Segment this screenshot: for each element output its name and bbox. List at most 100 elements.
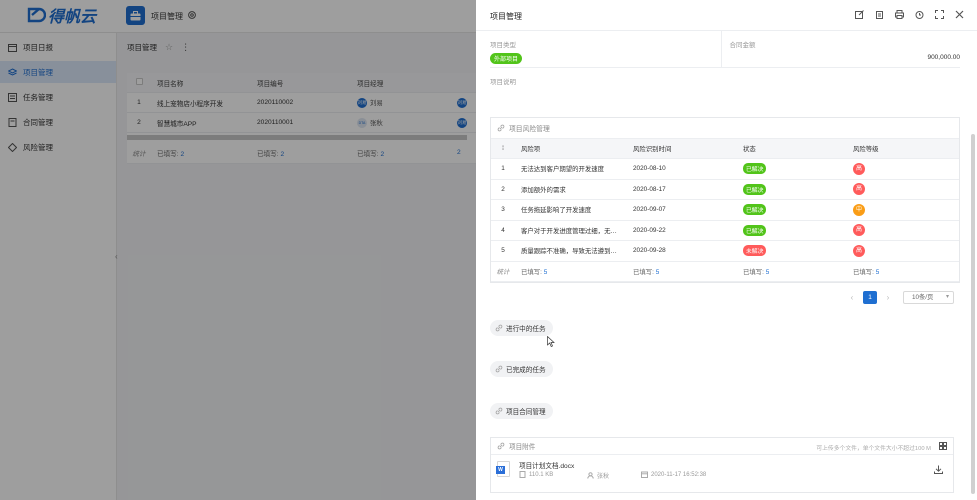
drawer-toolbar bbox=[854, 9, 965, 20]
link-icon bbox=[497, 124, 505, 132]
word-file-icon: W bbox=[496, 461, 510, 477]
section-label: 已完成的任务 bbox=[506, 367, 546, 374]
filled-label: 已填写: bbox=[633, 268, 654, 276]
level-badge: 中 bbox=[853, 203, 865, 216]
attachments-header: 项目附件 可上传多个文件，单个文件大小不超过100 M bbox=[491, 438, 953, 455]
level-badge: 高 bbox=[853, 183, 865, 196]
link-icon bbox=[495, 324, 503, 332]
column-header[interactable]: 风险项 bbox=[515, 144, 627, 153]
file-time: 2020-11-17 16:52:38 bbox=[641, 471, 706, 478]
contract-amount-value: 900,000.00 bbox=[927, 54, 960, 61]
edit-icon[interactable] bbox=[854, 9, 865, 20]
download-icon[interactable] bbox=[934, 465, 943, 474]
field-label: 项目说明 bbox=[490, 79, 516, 86]
risk-date: 2020-08-17 bbox=[633, 185, 666, 193]
column-header: ⁞ bbox=[502, 145, 504, 152]
basic-fields: 项目类型 外部项目 合同金额 900,000.00 bbox=[490, 31, 960, 67]
link-icon bbox=[495, 365, 503, 373]
project-description-field: 项目说明 bbox=[490, 67, 960, 109]
section-project-contracts[interactable]: 项目合同管理 bbox=[490, 403, 553, 419]
attachments-title: 项目附件 bbox=[509, 444, 536, 451]
next-page-button[interactable]: › bbox=[882, 292, 894, 304]
risk-table-footer: 统计 已填写: 5 已填写: 5 已填写: 5 已填写: 5 bbox=[491, 262, 959, 282]
attachment-item[interactable]: W 项目计划文档.docx 110.1 KB 张秋 2020-11-17 16:… bbox=[491, 455, 953, 493]
link-icon bbox=[497, 442, 505, 450]
row-index: 4 bbox=[501, 226, 505, 234]
level-badge: 高 bbox=[853, 224, 865, 237]
filled-count: 5 bbox=[875, 268, 880, 276]
risk-item[interactable]: 质量跟踪不准确，导致无法遵到… bbox=[515, 246, 627, 255]
file-uploader: 张秋 bbox=[587, 471, 609, 480]
filled-count: 5 bbox=[543, 268, 548, 276]
status-badge: 已解决 bbox=[743, 163, 767, 175]
drawer-title: 项目管理 bbox=[490, 12, 522, 21]
chevron-down-icon: ▾ bbox=[945, 293, 949, 300]
mouse-cursor-icon bbox=[547, 336, 555, 347]
detail-drawer: 项目管理 项目类型 外部项目 合同金额 900,000.00 项目说明 项目风险… bbox=[476, 0, 977, 500]
status-badge: 已解决 bbox=[743, 183, 767, 195]
risk-row[interactable]: 5 质量跟踪不准确，导致无法遵到… 2020-09-28 未解决 高 bbox=[491, 241, 959, 262]
file-size: 110.1 KB bbox=[519, 471, 553, 478]
project-type-tag: 外部项目 bbox=[490, 53, 523, 64]
drawer-header: 项目管理 bbox=[476, 0, 977, 31]
section-completed-tasks[interactable]: 已完成的任务 bbox=[490, 361, 553, 377]
level-badge: 高 bbox=[853, 244, 865, 257]
page-size-value: 10条/页 bbox=[912, 293, 934, 301]
upload-time: 2020-11-17 16:52:38 bbox=[651, 471, 707, 478]
upload-hint: 可上传多个文件，单个文件大小不超过100 M bbox=[816, 446, 931, 452]
risk-date: 2020-09-28 bbox=[633, 247, 666, 255]
status-badge: 已解决 bbox=[743, 204, 767, 216]
risk-item[interactable]: 添加额外的需求 bbox=[515, 185, 627, 194]
field-label: 合同金额 bbox=[729, 42, 756, 49]
risk-row[interactable]: 3 任务拖延影响了开发速度 2020-09-07 已解决 中 bbox=[491, 200, 959, 221]
clock-icon[interactable] bbox=[914, 9, 925, 20]
column-header[interactable]: 风险等级 bbox=[847, 144, 957, 153]
risk-table-header: ⁞ 风险项 风险识别时间 状态 风险等级 bbox=[491, 139, 959, 159]
drawer-scrollbar[interactable] bbox=[971, 134, 975, 494]
user-icon bbox=[587, 472, 594, 479]
risk-row[interactable]: 4 客户对于开发进度管理过细，无… 2020-09-22 已解决 高 bbox=[491, 221, 959, 241]
close-icon[interactable] bbox=[954, 9, 965, 20]
filled-count: 5 bbox=[765, 268, 770, 276]
risk-item[interactable]: 客户对于开发进度管理过细，无… bbox=[515, 226, 627, 235]
drawer-body: 项目类型 外部项目 合同金额 900,000.00 项目说明 项目风险管理 ⁞ … bbox=[490, 31, 960, 493]
contract-amount-field: 合同金额 900,000.00 bbox=[720, 31, 960, 67]
risk-card: 项目风险管理 ⁞ 风险项 风险识别时间 状态 风险等级 1 无法达到客户期望的开… bbox=[490, 117, 960, 283]
level-badge: 高 bbox=[853, 162, 865, 175]
column-header[interactable]: 状态 bbox=[737, 144, 847, 153]
risk-row[interactable]: 2 添加额外的需求 2020-08-17 已解决 高 bbox=[491, 180, 959, 200]
row-index: 2 bbox=[501, 185, 505, 193]
section-in-progress-tasks[interactable]: 进行中的任务 bbox=[490, 320, 553, 336]
fullscreen-icon[interactable] bbox=[934, 9, 945, 20]
grid-view-icon[interactable] bbox=[939, 442, 947, 450]
section-label: 项目合同管理 bbox=[506, 409, 546, 416]
risk-date: 2020-09-07 bbox=[633, 206, 666, 214]
filled-label: 已填写: bbox=[743, 268, 764, 276]
status-badge: 未解决 bbox=[743, 245, 767, 257]
section-label: 进行中的任务 bbox=[506, 326, 546, 333]
risk-date: 2020-08-10 bbox=[633, 165, 666, 173]
page-size-select[interactable]: 10条/页 ▾ bbox=[903, 290, 954, 304]
risk-card-title: 项目风险管理 bbox=[509, 126, 550, 133]
risk-row[interactable]: 1 无法达到客户期望的开发速度 2020-08-10 已解决 高 bbox=[491, 159, 959, 180]
risk-date: 2020-09-22 bbox=[633, 226, 666, 234]
prev-page-button[interactable]: ‹ bbox=[846, 292, 858, 304]
file-size-value: 110.1 KB bbox=[529, 471, 554, 478]
copy-icon[interactable] bbox=[874, 9, 885, 20]
print-icon[interactable] bbox=[894, 9, 905, 20]
stat-label: 统计 bbox=[496, 268, 510, 276]
risk-item[interactable]: 任务拖延影响了开发速度 bbox=[515, 205, 627, 214]
calendar-icon bbox=[641, 471, 648, 478]
filled-label: 已填写: bbox=[521, 268, 542, 276]
page-button-current[interactable]: 1 bbox=[863, 290, 877, 304]
uploader-name: 张秋 bbox=[597, 474, 610, 480]
risk-card-header: 项目风险管理 bbox=[491, 118, 959, 139]
file-name[interactable]: 项目计划文档.docx bbox=[519, 460, 574, 470]
row-index: 1 bbox=[501, 165, 505, 173]
status-badge: 已解决 bbox=[743, 224, 767, 236]
column-header[interactable]: 风险识别时间 bbox=[627, 144, 737, 153]
risk-item[interactable]: 无法达到客户期望的开发速度 bbox=[515, 164, 627, 173]
filled-label: 已填写: bbox=[853, 268, 874, 276]
link-icon bbox=[495, 407, 503, 415]
project-type-field: 项目类型 外部项目 bbox=[490, 31, 721, 67]
